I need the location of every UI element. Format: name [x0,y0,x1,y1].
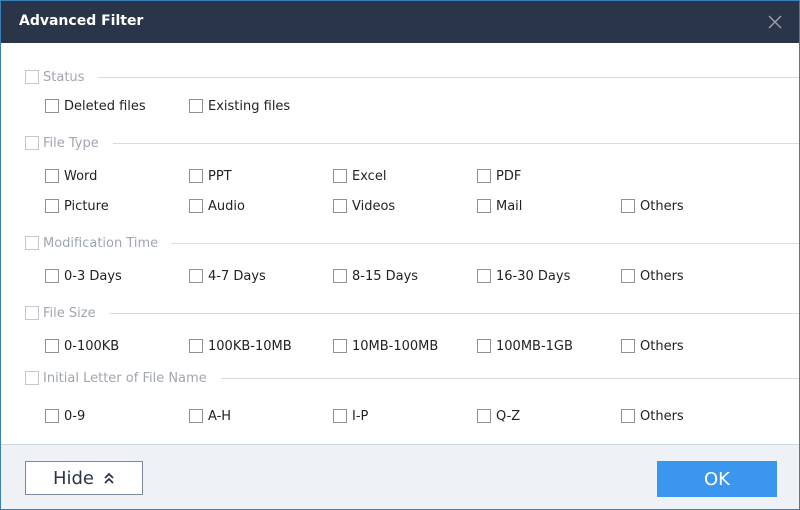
divider [220,377,799,379]
option-deleted-files[interactable]: Deleted files [45,98,146,114]
checkbox[interactable] [477,199,491,213]
option-mail[interactable]: Mail [477,198,522,214]
option-a-h[interactable]: A-H [189,408,231,424]
checkbox[interactable] [45,199,59,213]
checkbox[interactable] [189,169,203,183]
option-i-p[interactable]: I-P [333,408,368,424]
option-existing-files[interactable]: Existing files [189,98,290,114]
hide-button[interactable]: Hide [25,461,143,495]
option-16-30-days[interactable]: 16-30 Days [477,268,570,284]
checkbox[interactable] [477,409,491,423]
option-file-type-others[interactable]: Others [621,198,684,214]
divider [172,242,799,244]
file-size-checkbox[interactable] [25,306,39,320]
section-label: Modification Time [43,235,159,251]
checkbox[interactable] [45,339,59,353]
checkbox[interactable] [189,339,203,353]
option-q-z[interactable]: Q-Z [477,408,520,424]
section-initial-letter[interactable]: Initial Letter of File Name [25,370,799,386]
close-icon [768,15,782,29]
filter-content: Status Deleted files Existing files File… [1,43,799,444]
checkbox[interactable] [189,199,203,213]
ok-button[interactable]: OK [657,461,777,497]
close-button[interactable] [768,14,782,29]
divider [112,142,799,144]
section-label: File Size [43,305,96,321]
option-pdf[interactable]: PDF [477,168,521,184]
checkbox[interactable] [45,269,59,283]
advanced-filter-dialog: Advanced Filter Status Deleted files Exi… [0,0,800,510]
option-ppt[interactable]: PPT [189,168,232,184]
checkbox[interactable] [621,199,635,213]
option-100kb-10mb[interactable]: 100KB-10MB [189,338,292,354]
option-picture[interactable]: Picture [45,198,109,214]
checkbox[interactable] [333,169,347,183]
double-chevron-up-icon [104,472,114,484]
option-4-7-days[interactable]: 4-7 Days [189,268,266,284]
checkbox[interactable] [189,409,203,423]
option-0-100kb[interactable]: 0-100KB [45,338,119,354]
file-type-checkbox[interactable] [25,136,39,150]
section-status[interactable]: Status [25,69,799,85]
option-videos[interactable]: Videos [333,198,395,214]
option-initial-letter-others[interactable]: Others [621,408,684,424]
checkbox[interactable] [333,199,347,213]
modification-time-checkbox[interactable] [25,236,39,250]
section-label: Initial Letter of File Name [43,370,207,386]
checkbox[interactable] [333,339,347,353]
checkbox[interactable] [621,339,635,353]
checkbox[interactable] [621,409,635,423]
section-label: Status [43,69,85,85]
option-8-15-days[interactable]: 8-15 Days [333,268,418,284]
option-word[interactable]: Word [45,168,97,184]
checkbox[interactable] [45,169,59,183]
title-bar: Advanced Filter [1,0,799,43]
divider [109,312,799,314]
checkbox[interactable] [45,409,59,423]
section-file-size[interactable]: File Size [25,305,799,321]
section-modification-time[interactable]: Modification Time [25,235,799,251]
initial-letter-checkbox[interactable] [25,371,39,385]
checkbox[interactable] [477,169,491,183]
checkbox[interactable] [477,339,491,353]
status-checkbox[interactable] [25,70,39,84]
dialog-footer: Hide OK [1,444,799,509]
option-excel[interactable]: Excel [333,168,386,184]
section-label: File Type [43,135,99,151]
dialog-title: Advanced Filter [19,13,144,29]
option-0-9[interactable]: 0-9 [45,408,85,424]
checkbox[interactable] [477,269,491,283]
option-100mb-1gb[interactable]: 100MB-1GB [477,338,573,354]
section-file-type[interactable]: File Type [25,135,799,151]
option-file-size-others[interactable]: Others [621,338,684,354]
checkbox[interactable] [189,99,203,113]
checkbox[interactable] [621,269,635,283]
checkbox[interactable] [333,409,347,423]
divider [98,76,799,78]
checkbox[interactable] [45,99,59,113]
checkbox[interactable] [333,269,347,283]
checkbox[interactable] [189,269,203,283]
option-10mb-100mb[interactable]: 10MB-100MB [333,338,438,354]
option-modification-others[interactable]: Others [621,268,684,284]
option-0-3-days[interactable]: 0-3 Days [45,268,122,284]
option-audio[interactable]: Audio [189,198,245,214]
